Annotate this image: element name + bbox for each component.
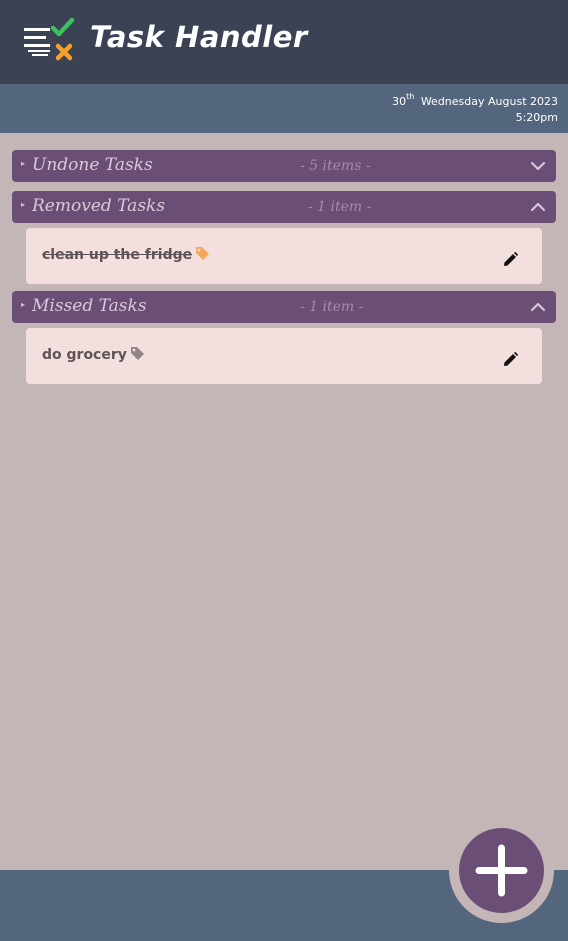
task-label: do grocery [42,347,127,363]
task-text: clean up the fridge [42,246,210,263]
section-count: - 1 item - [300,299,364,315]
section-header-undone[interactable]: ▸ Undone Tasks - 5 items - [12,150,556,182]
chevron-up-icon[interactable] [530,199,546,215]
current-date: 30th Wednesday August 2023 [392,92,558,108]
task-list-check-cross-icon [24,18,75,61]
section-count: - 5 items - [300,158,371,174]
date-text: Wednesday August 2023 [420,95,558,108]
section-title: Undone Tasks [32,155,153,175]
date-bar: 30th Wednesday August 2023 5:20pm [0,84,568,133]
task-card-missed[interactable]: do grocery [26,328,542,384]
app-title: Task Handler [90,20,308,54]
date-day: 30 [392,95,407,108]
date-day-suffix: th [406,92,415,101]
section-header-removed[interactable]: ▸ Removed Tasks - 1 item - [12,191,556,223]
pencil-edit-icon[interactable] [503,352,518,367]
pencil-edit-icon[interactable] [503,252,518,267]
chevron-up-icon[interactable] [530,299,546,315]
add-task-button[interactable] [459,828,544,913]
bullet-triangle-icon: ▸ [21,200,26,209]
current-time: 5:20pm [515,111,558,124]
tag-icon [196,247,210,260]
bullet-triangle-icon: ▸ [21,300,26,309]
task-card-removed[interactable]: clean up the fridge [26,228,542,284]
app-header: Task Handler [0,0,568,84]
bullet-triangle-icon: ▸ [21,159,26,168]
chevron-down-icon[interactable] [530,158,546,174]
task-text: do grocery [42,346,145,363]
section-title: Removed Tasks [32,196,166,216]
section-header-missed[interactable]: ▸ Missed Tasks - 1 item - [12,291,556,323]
task-label: clean up the fridge [42,247,193,263]
plus-icon [475,844,528,897]
tag-icon [130,347,144,360]
section-title: Missed Tasks [32,296,147,316]
section-count: - 1 item - [308,199,372,215]
